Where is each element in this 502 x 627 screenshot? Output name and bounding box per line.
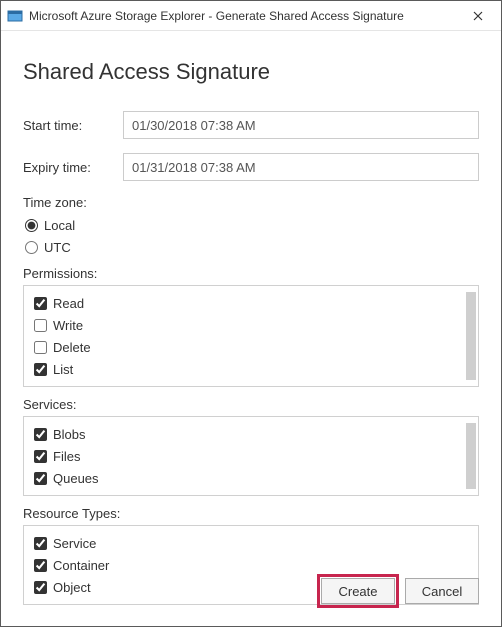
services-label: Services: (23, 397, 479, 412)
start-time-row: Start time: (23, 111, 479, 139)
services-scrollbar[interactable] (466, 423, 476, 489)
create-button[interactable]: Create (321, 578, 395, 604)
timezone-utc-option[interactable]: UTC (23, 236, 479, 258)
titlebar: Microsoft Azure Storage Explorer - Gener… (1, 1, 501, 31)
rt-object-check[interactable] (34, 581, 47, 594)
timezone-local-radio[interactable] (25, 219, 38, 232)
expiry-time-row: Expiry time: (23, 153, 479, 181)
app-icon (7, 8, 23, 24)
dialog-footer: Create Cancel (321, 578, 479, 604)
services-group: Blobs Files Queues (23, 416, 479, 496)
timezone-utc-radio[interactable] (25, 241, 38, 254)
perm-list-row[interactable]: List (32, 358, 470, 380)
rt-object-text: Object (53, 580, 91, 595)
svc-blobs-text: Blobs (53, 427, 86, 442)
permissions-group: Read Write Delete List (23, 285, 479, 387)
timezone-utc-text: UTC (44, 240, 71, 255)
svc-queues-text: Queues (53, 471, 99, 486)
timezone-label: Time zone: (23, 195, 479, 210)
perm-delete-check[interactable] (34, 341, 47, 354)
resource-types-label: Resource Types: (23, 506, 479, 521)
svc-queues-check[interactable] (34, 472, 47, 485)
rt-container-row[interactable]: Container (32, 554, 470, 576)
perm-delete-row[interactable]: Delete (32, 336, 470, 358)
timezone-local-option[interactable]: Local (23, 214, 479, 236)
svc-files-text: Files (53, 449, 80, 464)
expiry-time-label: Expiry time: (23, 160, 123, 175)
perm-write-check[interactable] (34, 319, 47, 332)
close-button[interactable] (455, 1, 501, 30)
rt-container-check[interactable] (34, 559, 47, 572)
expiry-time-input[interactable] (123, 153, 479, 181)
dialog-content: Shared Access Signature Start time: Expi… (1, 31, 501, 605)
cancel-button[interactable]: Cancel (405, 578, 479, 604)
rt-service-row[interactable]: Service (32, 532, 470, 554)
permissions-scrollbar[interactable] (466, 292, 476, 380)
perm-read-text: Read (53, 296, 84, 311)
perm-write-row[interactable]: Write (32, 314, 470, 336)
timezone-local-text: Local (44, 218, 75, 233)
svc-blobs-check[interactable] (34, 428, 47, 441)
perm-read-row[interactable]: Read (32, 292, 470, 314)
start-time-label: Start time: (23, 118, 123, 133)
svc-files-row[interactable]: Files (32, 445, 470, 467)
start-time-input[interactable] (123, 111, 479, 139)
perm-list-check[interactable] (34, 363, 47, 376)
perm-write-text: Write (53, 318, 83, 333)
perm-read-check[interactable] (34, 297, 47, 310)
page-title: Shared Access Signature (23, 59, 479, 85)
svc-queues-row[interactable]: Queues (32, 467, 470, 489)
rt-service-text: Service (53, 536, 96, 551)
perm-list-text: List (53, 362, 73, 377)
rt-service-check[interactable] (34, 537, 47, 550)
perm-delete-text: Delete (53, 340, 91, 355)
svc-blobs-row[interactable]: Blobs (32, 423, 470, 445)
svc-files-check[interactable] (34, 450, 47, 463)
permissions-label: Permissions: (23, 266, 479, 281)
window-title: Microsoft Azure Storage Explorer - Gener… (29, 9, 455, 23)
rt-container-text: Container (53, 558, 109, 573)
